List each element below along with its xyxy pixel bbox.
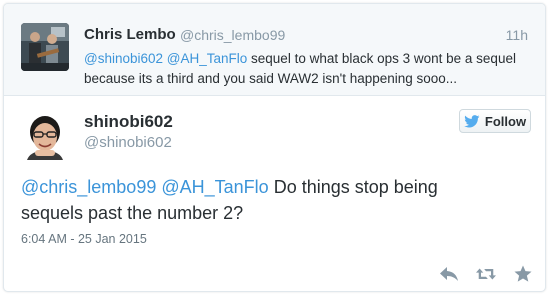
tweet-actions bbox=[439, 265, 533, 283]
author-handle[interactable]: @shinobi602 bbox=[84, 134, 172, 151]
tweet-text: @chris_lembo99 @AH_TanFlo Do things stop… bbox=[21, 174, 526, 226]
parent-tweet-time[interactable]: 11h bbox=[506, 27, 528, 43]
author-name[interactable]: shinobi602 bbox=[84, 112, 173, 132]
star-icon[interactable] bbox=[513, 265, 533, 283]
mention-link[interactable]: @shinobi602 bbox=[84, 51, 163, 66]
parent-text-line-2: because its a third and you said WAW2 is… bbox=[84, 71, 458, 86]
parent-author-name[interactable]: Chris Lembo bbox=[84, 26, 176, 43]
retweet-icon[interactable] bbox=[476, 265, 496, 283]
embedded-tweet-card: Chris Lembo @chris_lembo99 11h @shinobi6… bbox=[3, 3, 546, 292]
follow-button-label: Follow bbox=[484, 113, 527, 129]
mention-link[interactable]: @AH_TanFlo bbox=[167, 51, 248, 66]
parent-tweet[interactable]: Chris Lembo @chris_lembo99 11h @shinobi6… bbox=[4, 4, 545, 96]
tweet-text-part-2: sequels past the number 2? bbox=[21, 203, 244, 223]
follow-button[interactable]: Follow bbox=[459, 109, 531, 133]
tweet-text-part-1: Do things stop being bbox=[268, 177, 438, 197]
tweet-timestamp[interactable]: 6:04 AM - 25 Jan 2015 bbox=[21, 232, 147, 246]
mention-link[interactable]: @AH_TanFlo bbox=[161, 177, 268, 197]
parent-tweet-text: @shinobi602 @AH_TanFlo sequel to what bl… bbox=[84, 49, 524, 89]
parent-avatar[interactable] bbox=[21, 23, 69, 71]
twitter-bird-icon bbox=[464, 114, 480, 127]
parent-text-line-1: sequel to what black ops 3 wont be a seq… bbox=[247, 51, 516, 66]
mention-link[interactable]: @chris_lembo99 bbox=[21, 177, 156, 197]
parent-author-handle[interactable]: @chris_lembo99 bbox=[180, 27, 285, 43]
author-avatar[interactable] bbox=[21, 112, 69, 160]
reply-icon[interactable] bbox=[439, 265, 459, 283]
